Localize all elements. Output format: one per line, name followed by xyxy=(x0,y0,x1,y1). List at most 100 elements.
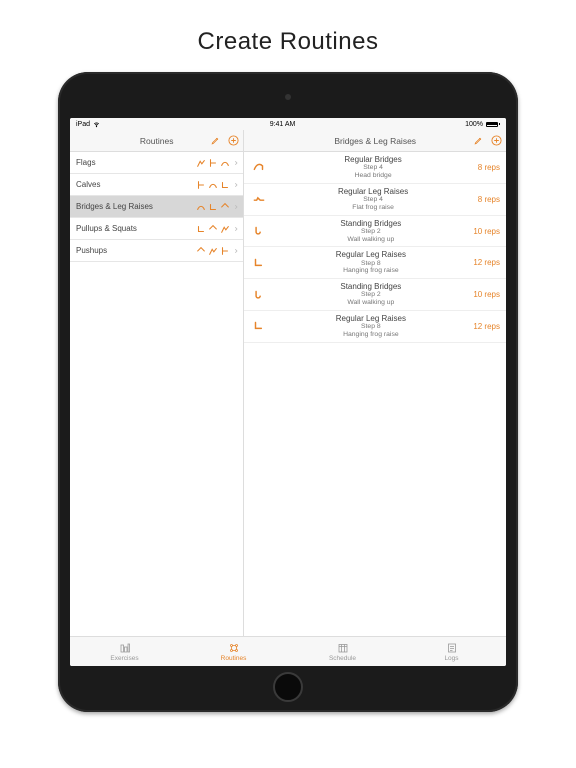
exercise-subtitle: Wall walking up xyxy=(272,299,469,307)
battery-icon xyxy=(486,122,500,127)
exercise-glyph-icon xyxy=(196,224,206,234)
exercises-title: Bridges & Leg Raises xyxy=(334,136,416,146)
routine-row[interactable]: Pushups xyxy=(70,240,243,262)
routine-label: Bridges & Leg Raises xyxy=(76,202,196,211)
routine-preview-icons xyxy=(196,180,230,190)
exercise-glyph-icon xyxy=(196,180,206,190)
exercise-pose-icon xyxy=(250,255,268,271)
device-label: iPad xyxy=(76,121,90,128)
exercise-pose-icon xyxy=(250,191,268,207)
exercise-pose-icon xyxy=(250,223,268,239)
add-routine-button[interactable] xyxy=(227,135,239,147)
tab-label: Exercises xyxy=(110,655,138,662)
plus-icon xyxy=(491,135,502,146)
chevron-right-icon xyxy=(233,225,239,233)
routines-title: Routines xyxy=(140,136,174,146)
camera-dot xyxy=(285,94,291,100)
exercise-pose-icon xyxy=(250,287,268,303)
exercise-glyph-icon xyxy=(196,246,206,256)
routine-row[interactable]: Bridges & Leg Raises xyxy=(70,196,243,218)
schedule-icon xyxy=(337,642,349,654)
routine-label: Pushups xyxy=(76,246,196,255)
screen: iPad 9:41 AM 100% Routines xyxy=(70,118,506,666)
exercise-reps: 8 reps xyxy=(478,195,500,204)
tab-logs[interactable]: Logs xyxy=(397,637,506,666)
exercise-text: Standing BridgesStep 2Wall walking up xyxy=(272,282,469,307)
exercise-pose-icon xyxy=(250,318,268,334)
exercise-row[interactable]: Standing BridgesStep 2Wall walking up 10 … xyxy=(244,216,506,248)
tab-label: Logs xyxy=(444,655,458,662)
exercise-reps: 8 reps xyxy=(478,163,500,172)
exercise-title: Regular Leg Raises xyxy=(272,187,473,196)
add-exercise-button[interactable] xyxy=(490,135,502,147)
exercise-text: Regular Leg RaisesStep 8Hanging frog rai… xyxy=(272,314,469,339)
status-bar: iPad 9:41 AM 100% xyxy=(70,118,506,130)
plus-icon xyxy=(228,135,239,146)
tab-schedule[interactable]: Schedule xyxy=(288,637,397,666)
exercise-reps: 10 reps xyxy=(473,227,500,236)
exercise-row[interactable]: Regular Leg RaisesStep 8Hanging frog rai… xyxy=(244,247,506,279)
exercise-step: Step 2 xyxy=(272,228,469,236)
exercise-glyph-icon xyxy=(208,224,218,234)
clock: 9:41 AM xyxy=(270,121,296,128)
routines-sidebar: Routines Flags Calves Bridges & Leg Raises… xyxy=(70,130,244,636)
routine-label: Flags xyxy=(76,158,196,167)
exercise-pane: Bridges & Leg Raises Regular BridgesStep… xyxy=(244,130,506,636)
exercise-glyph-icon xyxy=(208,202,218,212)
exercise-reps: 12 reps xyxy=(473,322,500,331)
routine-row[interactable]: Pullups & Squats xyxy=(70,218,243,240)
routine-preview-icons xyxy=(196,224,230,234)
exercise-title: Standing Bridges xyxy=(272,282,469,291)
exercise-text: Regular BridgesStep 4Head bridge xyxy=(272,155,473,180)
page-title: Create Routines xyxy=(198,28,379,56)
exercise-text: Regular Leg RaisesStep 8Hanging frog rai… xyxy=(272,250,469,275)
exercise-row[interactable]: Regular Leg RaisesStep 8Hanging frog rai… xyxy=(244,311,506,343)
exercise-reps: 12 reps xyxy=(473,258,500,267)
exercise-row[interactable]: Regular Leg RaisesStep 4Flat frog raise 8… xyxy=(244,184,506,216)
exercise-step: Step 8 xyxy=(272,260,469,268)
chevron-right-icon xyxy=(233,181,239,189)
exercises-header: Bridges & Leg Raises xyxy=(244,130,506,152)
exercise-glyph-icon xyxy=(220,202,230,212)
exercise-subtitle: Flat frog raise xyxy=(272,204,473,212)
exercise-row[interactable]: Standing BridgesStep 2Wall walking up10 … xyxy=(244,279,506,311)
battery-pct: 100% xyxy=(465,121,483,128)
exercise-title: Regular Bridges xyxy=(272,155,473,164)
routine-row[interactable]: Calves xyxy=(70,174,243,196)
exercise-step: Step 4 xyxy=(272,164,473,172)
home-button[interactable] xyxy=(273,672,303,702)
tab-bar: Exercises Routines Schedule Logs xyxy=(70,636,506,666)
routines-icon xyxy=(228,642,240,654)
exercise-subtitle: Hanging frog raise xyxy=(272,331,469,339)
exercise-step: Step 8 xyxy=(272,323,469,331)
exercise-step: Step 4 xyxy=(272,196,473,204)
chevron-right-icon xyxy=(233,247,239,255)
exercises-icon xyxy=(119,642,131,654)
routines-list: Flags Calves Bridges & Leg Raises Pullups &… xyxy=(70,152,243,636)
exercise-subtitle: Hanging frog raise xyxy=(272,267,469,275)
exercise-glyph-icon xyxy=(208,180,218,190)
wifi-icon xyxy=(93,121,100,128)
exercise-glyph-icon xyxy=(196,202,206,212)
routine-preview-icons xyxy=(196,158,230,168)
tab-routines[interactable]: Routines xyxy=(179,637,288,666)
exercise-title: Regular Leg Raises xyxy=(272,250,469,259)
exercise-glyph-icon xyxy=(220,246,230,256)
exercise-row[interactable]: Regular BridgesStep 4Head bridge 8 reps xyxy=(244,152,506,184)
routine-preview-icons xyxy=(196,246,230,256)
exercise-glyph-icon xyxy=(220,224,230,234)
routine-label: Calves xyxy=(76,180,196,189)
exercise-step: Step 2 xyxy=(272,291,469,299)
exercise-text: Standing BridgesStep 2Wall walking up xyxy=(272,219,469,244)
ipad-frame: iPad 9:41 AM 100% Routines xyxy=(58,72,518,712)
exercise-pose-icon xyxy=(250,159,268,175)
chevron-right-icon xyxy=(233,159,239,167)
edit-routines-button[interactable] xyxy=(209,135,221,147)
edit-exercises-button[interactable] xyxy=(472,135,484,147)
routine-row[interactable]: Flags xyxy=(70,152,243,174)
routine-label: Pullups & Squats xyxy=(76,224,196,233)
chevron-right-icon xyxy=(233,203,239,211)
exercise-subtitle: Wall walking up xyxy=(272,236,469,244)
tab-label: Schedule xyxy=(329,655,356,662)
tab-exercises[interactable]: Exercises xyxy=(70,637,179,666)
